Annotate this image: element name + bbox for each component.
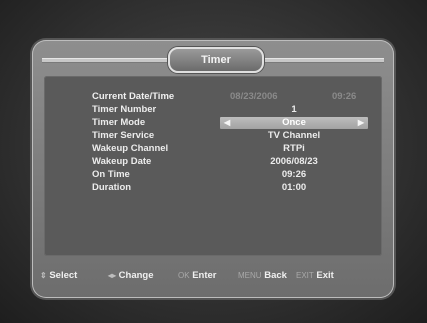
row-timer-mode[interactable]: Timer Mode ◀ Once ▶ bbox=[92, 117, 368, 129]
settings-panel: Current Date/Time 08/23/2006 09:26 Timer… bbox=[44, 76, 382, 256]
row-wakeup-date[interactable]: Wakeup Date 2006/08/23 bbox=[92, 156, 368, 168]
ok-key: OK bbox=[178, 271, 190, 280]
arrow-right-icon[interactable]: ▶ bbox=[358, 117, 364, 129]
help-select: ⇕ Select bbox=[40, 266, 77, 286]
row-duration[interactable]: Duration 01:00 bbox=[92, 182, 368, 194]
dialog-title: Timer bbox=[168, 47, 264, 73]
row-label: Duration bbox=[92, 182, 132, 193]
up-down-arrows-icon: ⇕ bbox=[40, 271, 47, 280]
row-label: Timer Number bbox=[92, 104, 157, 115]
timer-service-value: TV Channel bbox=[267, 130, 321, 141]
help-enter: OK Enter bbox=[178, 266, 217, 286]
wakeup-date-value: 2006/08/23 bbox=[270, 156, 318, 167]
left-right-arrows-icon: ◂▸ bbox=[108, 271, 117, 280]
row-label: Wakeup Channel bbox=[92, 143, 169, 154]
current-time: 09:26 bbox=[332, 91, 357, 102]
row-wakeup-channel[interactable]: Wakeup Channel RTPi bbox=[92, 143, 368, 155]
duration-value: 01:00 bbox=[281, 182, 307, 193]
help-change: ◂▸ Change bbox=[108, 266, 154, 286]
enter-label: Enter bbox=[192, 270, 217, 281]
key-help-bar: ⇕ Select ◂▸ Change OK Enter MENU Back EX… bbox=[40, 266, 386, 286]
row-label: Timer Service bbox=[92, 130, 155, 141]
title-bar: Timer bbox=[42, 46, 384, 73]
row-current-date-time: Current Date/Time 08/23/2006 09:26 bbox=[92, 91, 368, 103]
timer-mode-selector[interactable]: ◀ Once ▶ bbox=[220, 117, 368, 129]
arrow-left-icon[interactable]: ◀ bbox=[224, 117, 230, 129]
help-exit: EXIT Exit bbox=[296, 266, 334, 286]
current-date: 08/23/2006 bbox=[230, 91, 278, 102]
exit-label: Exit bbox=[316, 270, 334, 281]
tv-screen: Timer Current Date/Time 08/23/2006 09:26… bbox=[0, 0, 427, 323]
menu-key: MENU bbox=[238, 271, 262, 280]
exit-key: EXIT bbox=[296, 271, 314, 280]
row-label: Wakeup Date bbox=[92, 156, 152, 167]
timer-mode-value: Once bbox=[282, 117, 306, 128]
timer-dialog: Timer Current Date/Time 08/23/2006 09:26… bbox=[32, 40, 394, 298]
select-label: Select bbox=[49, 270, 78, 281]
help-back: MENU Back bbox=[238, 266, 287, 286]
timer-number-value: 1 bbox=[291, 104, 297, 115]
on-time-value: 09:26 bbox=[281, 169, 307, 180]
row-label: On Time bbox=[92, 169, 130, 180]
change-label: Change bbox=[118, 270, 154, 281]
row-timer-number[interactable]: Timer Number 1 bbox=[92, 104, 368, 116]
back-label: Back bbox=[264, 270, 287, 281]
row-timer-service[interactable]: Timer Service TV Channel bbox=[92, 130, 368, 142]
row-label: Timer Mode bbox=[92, 117, 146, 128]
row-on-time[interactable]: On Time 09:26 bbox=[92, 169, 368, 181]
row-label: Current Date/Time bbox=[92, 91, 175, 102]
wakeup-channel-value: RTPi bbox=[283, 143, 305, 154]
